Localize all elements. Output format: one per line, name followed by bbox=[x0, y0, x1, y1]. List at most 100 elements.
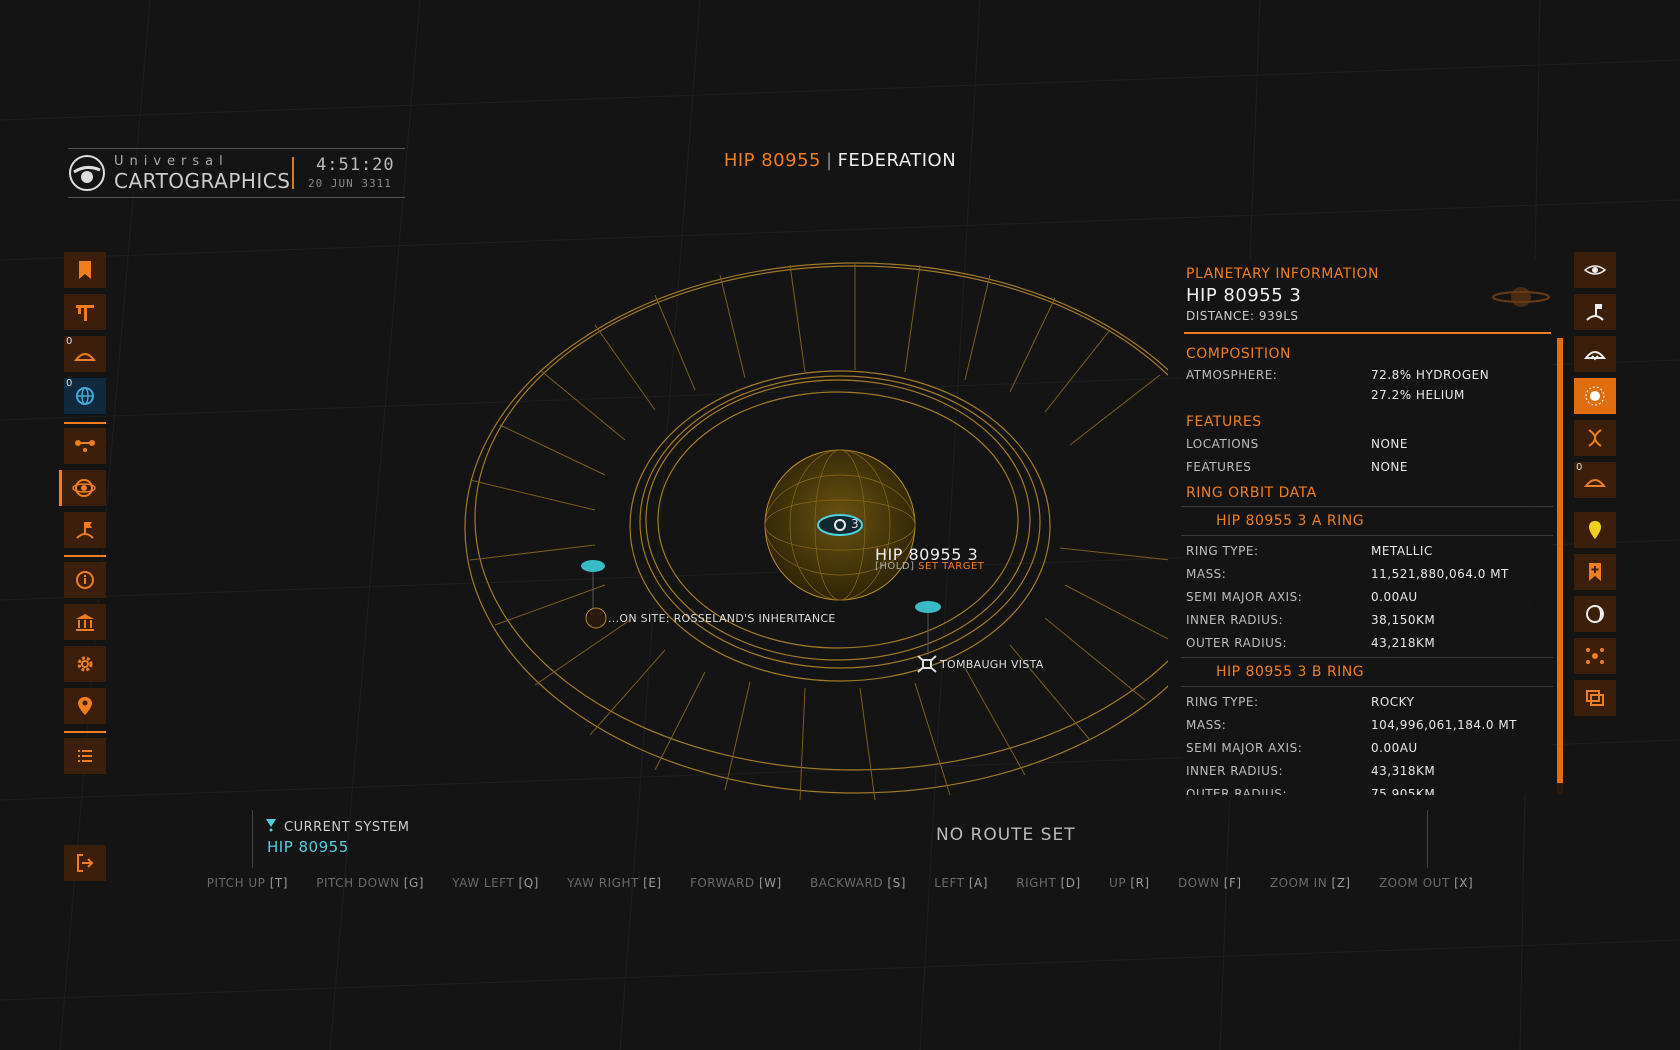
header-separator: | bbox=[826, 150, 833, 171]
bookmarks-button[interactable] bbox=[64, 252, 106, 288]
locations-row: LOCATIONS NONE bbox=[1181, 433, 1553, 456]
ring-b-inner: 43,318KM bbox=[1371, 764, 1436, 778]
landing-flag-icon bbox=[76, 522, 94, 539]
surface-signals-button[interactable]: 0 bbox=[64, 336, 106, 372]
orrery-button[interactable] bbox=[59, 470, 106, 506]
list-button[interactable] bbox=[64, 738, 106, 774]
ring-b-outer: 75,905KM bbox=[1371, 787, 1436, 795]
control-hint: BACKWARD [S] bbox=[810, 876, 906, 890]
planet-thumbnail-icon bbox=[1492, 287, 1550, 307]
surface-signals-icon bbox=[73, 353, 97, 361]
ring-a-outer: 43,218KM bbox=[1371, 636, 1436, 650]
construction-button[interactable] bbox=[64, 294, 106, 330]
panel-scrollbar-thumb[interactable] bbox=[1557, 338, 1563, 783]
hold-key: [HOLD] bbox=[875, 561, 915, 572]
globe-count: 0 bbox=[66, 378, 73, 389]
route-status: NO ROUTE SET bbox=[936, 825, 1076, 845]
biological-icon bbox=[1588, 429, 1602, 447]
moon-button[interactable] bbox=[1574, 596, 1616, 632]
screenshot-button[interactable] bbox=[1574, 680, 1616, 716]
surface-count: 0 bbox=[66, 336, 73, 347]
panel-title: PLANETARY INFORMATION bbox=[1186, 266, 1379, 282]
biological-button[interactable] bbox=[1574, 420, 1616, 456]
factions-button[interactable] bbox=[64, 604, 106, 640]
ring-sma-label: SEMI MAJOR AXIS: bbox=[1186, 590, 1303, 604]
distance-label: DISTANCE: bbox=[1186, 309, 1255, 323]
ring-outer-label: OUTER RADIUS: bbox=[1186, 787, 1288, 795]
ring-a-mass: 11,521,880,064.0 MT bbox=[1371, 567, 1509, 581]
bookmark-add-button[interactable] bbox=[1574, 554, 1616, 590]
logo-big-text: CARTOGRAPHICS bbox=[114, 169, 291, 193]
ring-a-mass-row: MASS: 11,521,880,064.0 MT bbox=[1181, 563, 1553, 586]
current-system-name[interactable]: HIP 80955 bbox=[267, 838, 349, 856]
route-divider-right bbox=[1427, 810, 1428, 868]
locations-label: LOCATIONS bbox=[1186, 437, 1259, 451]
settings-icon bbox=[77, 656, 93, 672]
ring-a-sma: 0.00AU bbox=[1371, 590, 1418, 604]
features-label: FEATURES bbox=[1186, 460, 1252, 474]
ring-b-sma: 0.00AU bbox=[1371, 741, 1418, 755]
screenshot-icon bbox=[1586, 690, 1604, 706]
ring-b-inner-row: INNER RADIUS: 43,318KM bbox=[1181, 760, 1553, 783]
surface-count-right: 0 bbox=[1576, 462, 1583, 473]
orbit-lines-icon bbox=[1586, 648, 1604, 664]
ring-orbit-heading: RING ORBIT DATA bbox=[1186, 485, 1317, 501]
bookmark-icon bbox=[79, 261, 91, 279]
surface-signals-button-right[interactable]: 0 bbox=[1574, 462, 1616, 498]
features-value: NONE bbox=[1371, 460, 1408, 474]
current-system-label: CURRENT SYSTEM bbox=[284, 820, 410, 835]
site-1-icon[interactable] bbox=[585, 607, 607, 629]
route-button[interactable] bbox=[64, 428, 106, 464]
panel-divider bbox=[1184, 332, 1551, 334]
ring-outer-label: OUTER RADIUS: bbox=[1186, 636, 1288, 650]
orbit-lines-button[interactable] bbox=[1574, 638, 1616, 674]
ring-b-sma-row: SEMI MAJOR AXIS: 0.00AU bbox=[1181, 737, 1553, 760]
site-2-label[interactable]: TOMBAUGH VISTA bbox=[940, 658, 1044, 671]
ring-inner-label: INNER RADIUS: bbox=[1186, 764, 1284, 778]
info-icon bbox=[76, 571, 94, 589]
site-2-icon[interactable] bbox=[917, 655, 937, 673]
ring-b-outer-row: OUTER RADIUS: 75,905KM bbox=[1181, 783, 1553, 795]
ring-a-inner-row: INNER RADIUS: 38,150KM bbox=[1181, 609, 1553, 632]
info-button[interactable] bbox=[64, 562, 106, 598]
left-nav-divider-2 bbox=[64, 555, 106, 557]
location-pin-icon bbox=[78, 697, 92, 715]
view-info-button[interactable] bbox=[1574, 252, 1616, 288]
ring-mass-label: MASS: bbox=[1186, 718, 1227, 732]
location-button[interactable] bbox=[64, 688, 106, 724]
game-date: 20 JUN 3311 bbox=[308, 177, 392, 190]
ring-b-heading[interactable]: HIP 80955 3 B RING bbox=[1181, 657, 1553, 687]
landing-button[interactable] bbox=[64, 512, 106, 548]
base-button[interactable] bbox=[1574, 294, 1616, 330]
control-hint: LEFT [A] bbox=[934, 876, 988, 890]
ring-a-heading[interactable]: HIP 80955 3 A RING bbox=[1181, 506, 1553, 536]
ring-a-type: METALLIC bbox=[1371, 544, 1433, 558]
site-1-pin[interactable] bbox=[581, 560, 605, 572]
site-2-pin[interactable] bbox=[915, 601, 941, 613]
left-nav-divider-3 bbox=[64, 731, 106, 733]
site-1-label[interactable]: ...ON SITE: ROSSELAND'S INHERITANCE bbox=[608, 612, 836, 625]
settings-button[interactable] bbox=[64, 646, 106, 682]
ring-a-inner: 38,150KM bbox=[1371, 613, 1436, 627]
control-hint: ZOOM IN [Z] bbox=[1269, 876, 1351, 890]
atmosphere-row: ATMOSPHERE: 72.8% HYDROGEN bbox=[1181, 365, 1553, 385]
distance-value: 939LS bbox=[1258, 309, 1299, 323]
controls-hint-bar: PITCH UP [T] PITCH DOWN [G] YAW LEFT [Q]… bbox=[0, 876, 1680, 890]
planetary-info-panel[interactable]: PLANETARY INFORMATION HIP 80955 3 DISTAN… bbox=[1181, 260, 1553, 795]
star-body-button[interactable] bbox=[1574, 378, 1616, 414]
ring-a-type-row: RING TYPE: METALLIC bbox=[1181, 540, 1553, 563]
landable-button[interactable] bbox=[1574, 336, 1616, 372]
surface-signals-icon bbox=[1583, 479, 1607, 487]
exit-icon bbox=[77, 854, 94, 872]
route-icon bbox=[75, 440, 95, 452]
body-marker: 3 bbox=[851, 517, 859, 531]
star-body-icon bbox=[1585, 386, 1605, 406]
pin-button[interactable] bbox=[1574, 512, 1616, 548]
panel-distance: DISTANCE: 939LS bbox=[1186, 309, 1299, 323]
globe-button[interactable]: 0 bbox=[64, 378, 106, 414]
ring-a-outer-row: OUTER RADIUS: 43,218KM bbox=[1181, 632, 1553, 655]
composition-heading: COMPOSITION bbox=[1186, 346, 1292, 362]
set-target-link[interactable]: SET TARGET bbox=[918, 561, 984, 572]
control-hint: YAW LEFT [Q] bbox=[452, 876, 539, 890]
atmosphere-row-2: 27.2% HELIUM bbox=[1181, 385, 1553, 405]
